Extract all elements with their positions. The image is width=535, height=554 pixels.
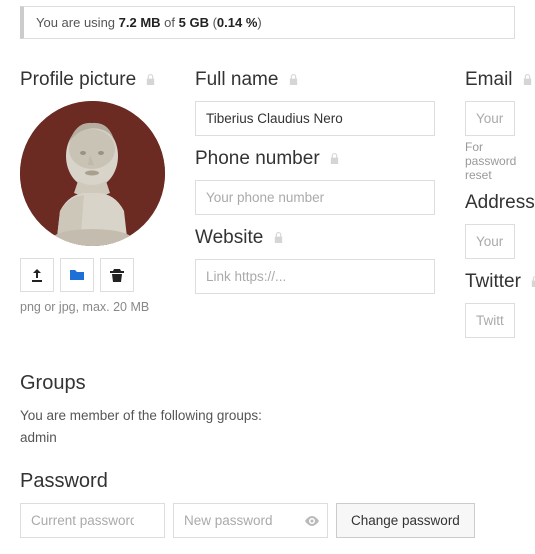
full-name-label: Full name — [195, 69, 435, 91]
website-label: Website — [195, 227, 435, 249]
delete-avatar-button[interactable] — [100, 258, 134, 292]
groups-heading: Groups — [20, 372, 515, 395]
avatar-image — [20, 101, 165, 246]
groups-list: admin — [20, 427, 515, 449]
current-password-input[interactable] — [20, 503, 165, 538]
email-hint: For password reset — [465, 140, 515, 182]
storage-mid: of — [161, 15, 179, 30]
phone-label: Phone number — [195, 148, 435, 170]
password-heading: Password — [20, 470, 515, 493]
lock-icon — [273, 231, 284, 244]
avatar-hint: png or jpg, max. 20 MB — [20, 300, 165, 314]
upload-icon — [29, 267, 45, 283]
twitter-label: Twitter — [465, 271, 515, 293]
eye-icon[interactable] — [304, 513, 320, 529]
storage-prefix: You are using — [36, 15, 119, 30]
lock-icon — [145, 73, 156, 86]
avatar-actions — [20, 258, 165, 292]
groups-section: Groups You are member of the following g… — [20, 372, 515, 448]
folder-icon — [69, 267, 85, 283]
password-section: Password Change password — [20, 470, 515, 538]
lock-icon — [530, 275, 535, 288]
phone-input[interactable] — [195, 180, 435, 215]
twitter-input[interactable] — [465, 303, 515, 338]
website-input[interactable] — [195, 259, 435, 294]
address-label: Address — [465, 192, 515, 214]
full-name-input[interactable] — [195, 101, 435, 136]
lock-icon — [288, 73, 299, 86]
groups-intro: You are member of the following groups: — [20, 405, 515, 427]
lock-icon — [522, 73, 533, 86]
avatar[interactable] — [20, 101, 165, 246]
storage-total: 5 GB — [179, 15, 209, 30]
storage-used: 7.2 MB — [119, 15, 161, 30]
profile-picture-label: Profile picture — [20, 69, 165, 91]
change-password-button[interactable]: Change password — [336, 503, 475, 538]
address-input[interactable] — [465, 224, 515, 259]
trash-icon — [109, 267, 125, 283]
browse-avatar-button[interactable] — [60, 258, 94, 292]
upload-avatar-button[interactable] — [20, 258, 54, 292]
email-label: Email — [465, 69, 515, 91]
email-input[interactable] — [465, 101, 515, 136]
storage-usage-bar: You are using 7.2 MB of 5 GB (0.14 %) — [20, 6, 515, 39]
storage-pct: 0.14 % — [217, 15, 257, 30]
lock-icon — [329, 152, 340, 165]
